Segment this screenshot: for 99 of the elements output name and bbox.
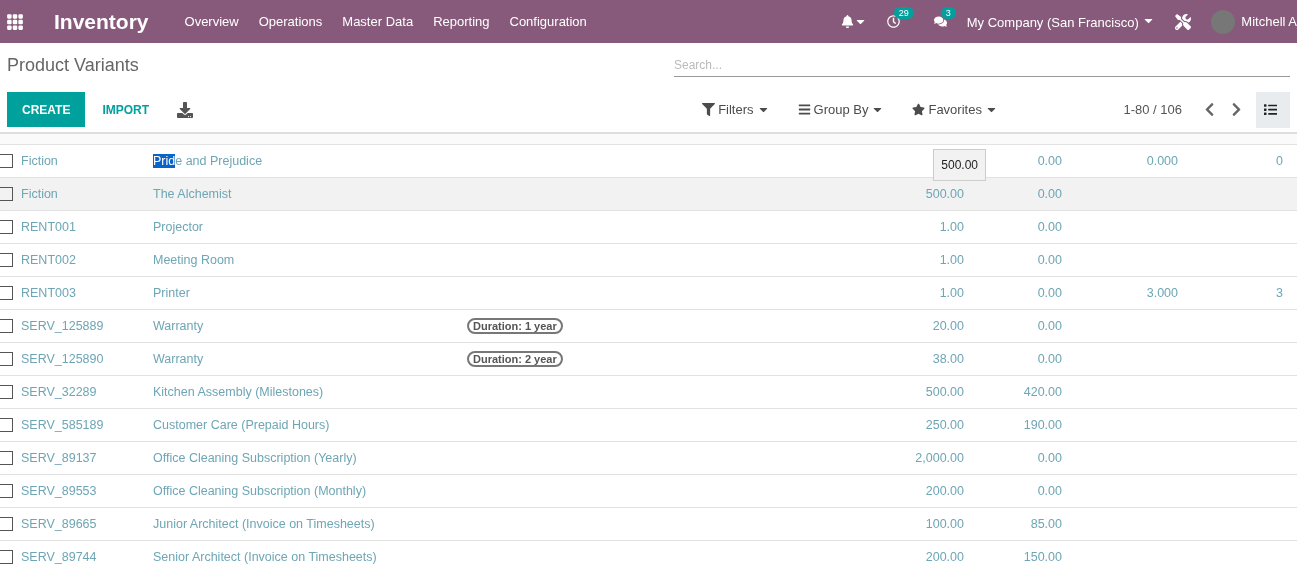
- table-cell-text: Meeting Room: [153, 253, 236, 267]
- row-checkbox[interactable]: [0, 451, 13, 465]
- tools-icon[interactable]: [1175, 13, 1192, 30]
- table-cell: 0.000: [1146, 154, 1178, 168]
- page-title: Product Variants: [7, 54, 140, 76]
- pager-range: 1-80 / 106: [1123, 102, 1182, 117]
- row-checkbox[interactable]: [0, 220, 13, 234]
- table-cell: 190.00: [1023, 418, 1062, 432]
- table-cell-text: RENT002: [21, 253, 77, 267]
- table-cell-text: Warranty: [153, 352, 205, 366]
- table-cell: 0.00: [1037, 484, 1062, 498]
- row-checkbox[interactable]: [0, 154, 13, 168]
- row-checkbox[interactable]: [0, 517, 13, 531]
- table-cell-text: SERV_89744: [21, 550, 98, 564]
- menu-item[interactable]: Reporting: [433, 14, 490, 29]
- table-cell-text: SERV_89665: [21, 517, 98, 531]
- download-icon[interactable]: [177, 101, 194, 118]
- table-cell-text: Projector: [153, 220, 205, 234]
- apps-menu-icon[interactable]: [6, 12, 24, 31]
- app-title: Inventory: [54, 9, 149, 34]
- row-checkbox[interactable]: [0, 253, 13, 267]
- table-cell: 0.00: [1037, 154, 1062, 168]
- table-cell-text: Senior Architect (Invoice on Timesheets): [153, 550, 378, 564]
- table-cell-text: RENT001: [21, 220, 77, 234]
- table-cell: 1.00: [939, 220, 964, 234]
- table-cell: 0.00: [1037, 352, 1062, 366]
- table-cell: 3.000: [1146, 286, 1178, 300]
- menu-item[interactable]: Configuration: [509, 14, 587, 29]
- table-cell-text: SERV_89553: [21, 484, 98, 498]
- table-cell-text: SERV_89137: [21, 451, 98, 465]
- table-cell: 2,000.00: [915, 451, 964, 465]
- chat-icon[interactable]: [933, 15, 947, 28]
- table-cell: 1.00: [939, 286, 964, 300]
- attribute-tag: Duration: 2 year: [467, 351, 563, 367]
- table-cell-text: Junior Architect (Invoice on Timesheets): [153, 517, 376, 531]
- table-cell: 0.00: [1037, 451, 1062, 465]
- row-checkbox[interactable]: [0, 286, 13, 300]
- table-cell: 0.00: [1037, 220, 1062, 234]
- filter-dropdown[interactable]: Group By: [783, 102, 899, 117]
- table-cell-text: SERV_125889: [21, 319, 105, 333]
- table-cell: 100.00: [925, 517, 964, 531]
- table-cell-text: Fiction: [21, 187, 59, 201]
- table-cell: 250.00: [925, 418, 964, 432]
- table-cell-text: Printer: [153, 286, 191, 300]
- table-cell: 500.00: [925, 187, 964, 201]
- table-cell-text: Customer Care (Prepaid Hours): [153, 418, 331, 432]
- list-icon: [1264, 102, 1278, 117]
- menu-item[interactable]: Operations: [258, 14, 323, 29]
- list-view-button[interactable]: [1256, 91, 1290, 128]
- clock-icon[interactable]: [886, 15, 900, 28]
- create-button[interactable]: CREATE: [7, 92, 86, 127]
- table-cell: 200.00: [925, 550, 964, 564]
- messages-count: 3: [940, 7, 956, 19]
- tooltip: 500.00: [933, 149, 986, 181]
- table-cell: 0.00: [1037, 319, 1062, 333]
- table-cell-text: SERV_125890: [21, 352, 105, 366]
- filter-dropdown[interactable]: Favorites: [898, 102, 1012, 117]
- lines-icon: [797, 103, 811, 116]
- row-checkbox[interactable]: [0, 385, 13, 399]
- activity-count: 29: [893, 7, 914, 19]
- table-cell: 150.00: [1023, 550, 1062, 564]
- table-cell-text: SERV_32289: [21, 385, 98, 399]
- filter-dropdown[interactable]: Filters: [688, 102, 784, 117]
- row-checkbox[interactable]: [0, 352, 13, 366]
- table-cell-text: Kitchen Assembly (Milestones): [153, 385, 325, 399]
- row-checkbox[interactable]: [0, 550, 13, 564]
- bell-icon[interactable]: [840, 15, 854, 28]
- table-cell-text: Fiction: [21, 154, 59, 168]
- table-cell: 200.00: [925, 484, 964, 498]
- row-checkbox[interactable]: [0, 187, 13, 201]
- menu-item[interactable]: Overview: [184, 14, 239, 29]
- table-cell: 420.00: [1023, 385, 1062, 399]
- filter-icon: [702, 103, 716, 116]
- table-cell: 0.00: [1037, 253, 1062, 267]
- table-cell: 3: [1276, 286, 1283, 300]
- table-cell: 1.00: [939, 253, 964, 267]
- table-cell-text: Office Cleaning Subscription (Monthly): [153, 484, 368, 498]
- table-cell-text: Office Cleaning Subscription (Yearly): [153, 451, 358, 465]
- table-cell: 20.00: [932, 319, 964, 333]
- attribute-tag: Duration: 1 year: [467, 318, 563, 334]
- table-cell: 38.00: [932, 352, 964, 366]
- star-icon: [912, 103, 926, 116]
- table-cell-text: SERV_585189: [21, 418, 105, 432]
- table-cell: 0.00: [1037, 286, 1062, 300]
- menu-item[interactable]: Master Data: [342, 14, 414, 29]
- table-cell-text: The Alchemist: [153, 187, 233, 201]
- company-switcher[interactable]: My Company (San Francisco): [966, 13, 1156, 30]
- import-button[interactable]: IMPORT: [88, 92, 164, 127]
- user-name[interactable]: Mitchell A: [1241, 14, 1297, 29]
- table-cell: 0: [1276, 154, 1283, 168]
- table-cell-text: Warranty: [153, 319, 205, 333]
- row-checkbox[interactable]: [0, 319, 13, 333]
- table-cell-text: RENT003: [21, 286, 77, 300]
- row-checkbox[interactable]: [0, 484, 13, 498]
- user-avatar: [1211, 9, 1236, 34]
- table-cell: 85.00: [1030, 517, 1062, 531]
- row-checkbox[interactable]: [0, 418, 13, 432]
- table-cell: 0.00: [1037, 187, 1062, 201]
- table-cell: 500.00: [925, 385, 964, 399]
